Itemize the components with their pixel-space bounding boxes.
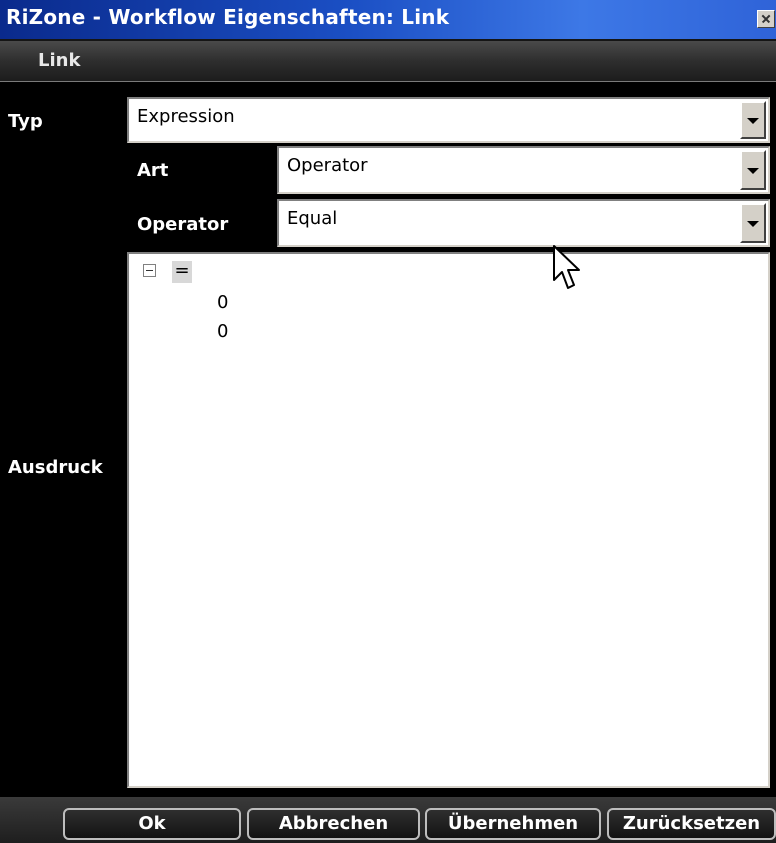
reset-button[interactable]: Zurücksetzen: [607, 808, 776, 840]
apply-button[interactable]: Übernehmen: [425, 808, 601, 840]
expression-tree[interactable]: = 0 0: [127, 252, 770, 788]
art-label: Art: [137, 160, 169, 181]
ok-button[interactable]: Ok: [63, 808, 241, 840]
tab-bar: Link: [0, 39, 776, 81]
button-bar: Ok Abbrechen Übernehmen Zurücksetzen: [0, 797, 776, 843]
art-select-value: Operator: [287, 155, 368, 176]
cancel-button[interactable]: Abbrechen: [247, 808, 420, 840]
window-title: RiZone - Workflow Eigenschaften: Link: [6, 5, 450, 29]
ausdruck-label: Ausdruck: [8, 457, 103, 478]
tree-node-child[interactable]: 0: [217, 321, 228, 342]
art-select[interactable]: Operator: [277, 146, 770, 194]
close-icon[interactable]: [757, 10, 775, 28]
tab-link[interactable]: Link: [38, 50, 80, 71]
operator-select[interactable]: Equal: [277, 199, 770, 247]
chevron-down-icon[interactable]: [740, 203, 766, 243]
chevron-down-icon[interactable]: [740, 101, 766, 139]
typ-select-value: Expression: [137, 106, 235, 127]
operator-label: Operator: [137, 214, 229, 235]
tree-node-child[interactable]: 0: [217, 292, 228, 313]
collapse-icon[interactable]: [143, 264, 156, 277]
chevron-down-icon[interactable]: [740, 150, 766, 190]
tree-node-root[interactable]: =: [172, 261, 192, 283]
typ-label: Typ: [8, 111, 43, 132]
title-bar[interactable]: RiZone - Workflow Eigenschaften: Link: [0, 0, 776, 39]
operator-select-value: Equal: [287, 208, 338, 229]
typ-select[interactable]: Expression: [127, 97, 770, 143]
mouse-pointer-icon: [553, 245, 580, 289]
